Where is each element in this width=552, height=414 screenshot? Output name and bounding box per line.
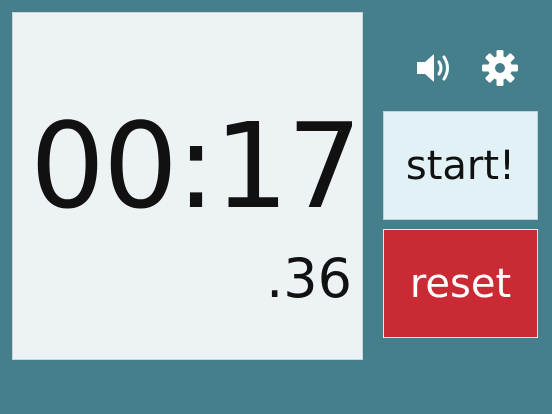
settings-button[interactable] <box>480 48 520 88</box>
elapsed-fraction: .36 <box>266 247 352 310</box>
gear-icon <box>482 50 518 86</box>
elapsed-time: 00:17 <box>29 97 362 235</box>
start-button-label: start! <box>405 142 516 189</box>
sound-button[interactable] <box>414 48 454 88</box>
start-button[interactable]: start! <box>383 111 538 220</box>
speaker-volume-icon <box>417 54 449 82</box>
reset-button-label: reset <box>409 260 512 307</box>
reset-button[interactable]: reset <box>383 229 538 338</box>
timer-display: 00:17 .36 <box>12 12 363 360</box>
